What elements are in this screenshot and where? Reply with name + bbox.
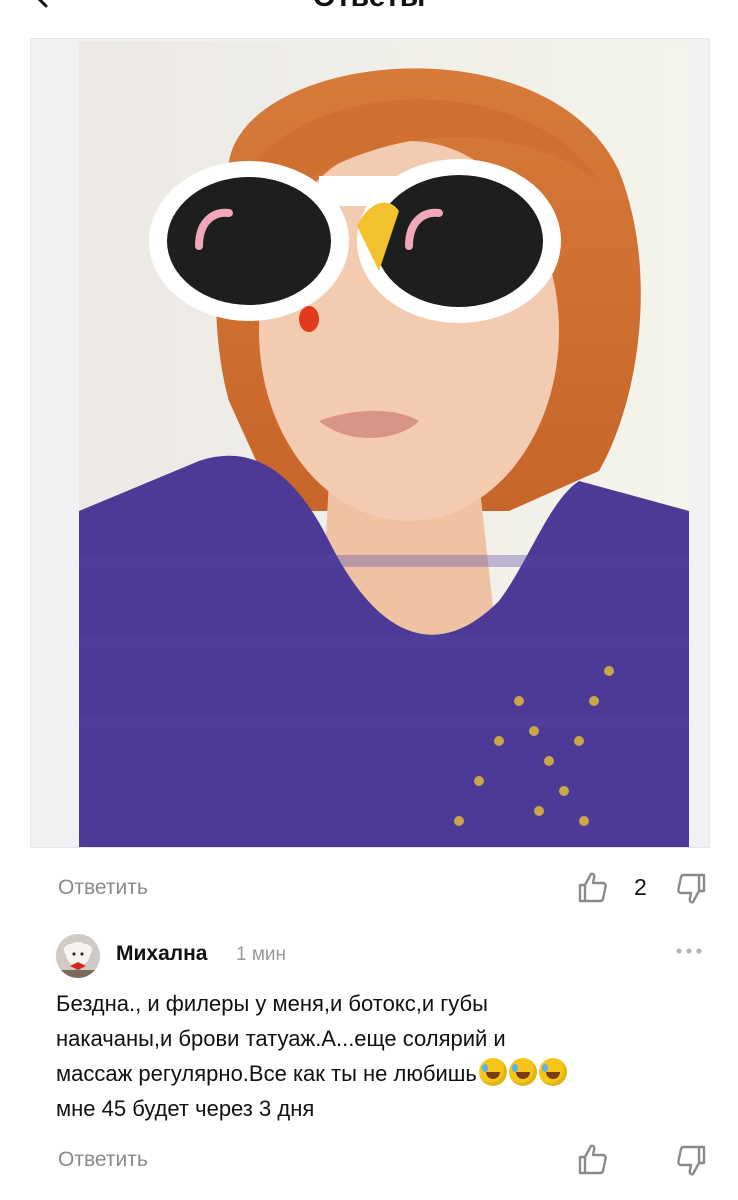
avatar[interactable] — [56, 934, 100, 978]
comment-actions: Ответить — [0, 1140, 738, 1180]
thumb-down-icon[interactable] — [676, 872, 708, 906]
post-photo[interactable] — [79, 41, 689, 847]
photo-card — [30, 38, 710, 848]
rolling-laughing-emoji — [538, 1058, 567, 1086]
comment-time: 1 мин — [236, 944, 287, 965]
post-actions: Ответить 2 — [0, 868, 738, 908]
top-header: Ответы — [0, 0, 738, 24]
more-dots-icon[interactable] — [674, 946, 704, 956]
thumb-up-icon[interactable] — [576, 1142, 608, 1176]
rolling-laughing-emoji — [478, 1058, 507, 1086]
thumb-down-icon[interactable] — [676, 1144, 708, 1178]
comment-line: накачаны,и брови татуаж.А...еще солярий … — [56, 1026, 506, 1051]
thumb-up-icon[interactable] — [576, 870, 608, 904]
comment-line: массаж регулярно.Все как ты не любишь — [56, 1056, 706, 1091]
reply-button[interactable]: Ответить — [58, 876, 148, 900]
page-title: Ответы — [0, 0, 738, 16]
comment-line: мне 45 будет через 3 дня — [56, 1096, 315, 1121]
comment-text: Бездна., и филеры у меня,и ботокс,и губы… — [56, 986, 706, 1126]
like-count: 2 — [634, 874, 647, 900]
rolling-laughing-emoji — [508, 1058, 537, 1086]
comment-line: Бездна., и филеры у меня,и ботокс,и губы — [56, 991, 488, 1016]
comment-line-text: массаж регулярно.Все как ты не любишь — [56, 1061, 477, 1086]
reply-button[interactable]: Ответить — [58, 1148, 148, 1172]
comment-author[interactable]: Михална — [116, 942, 207, 966]
